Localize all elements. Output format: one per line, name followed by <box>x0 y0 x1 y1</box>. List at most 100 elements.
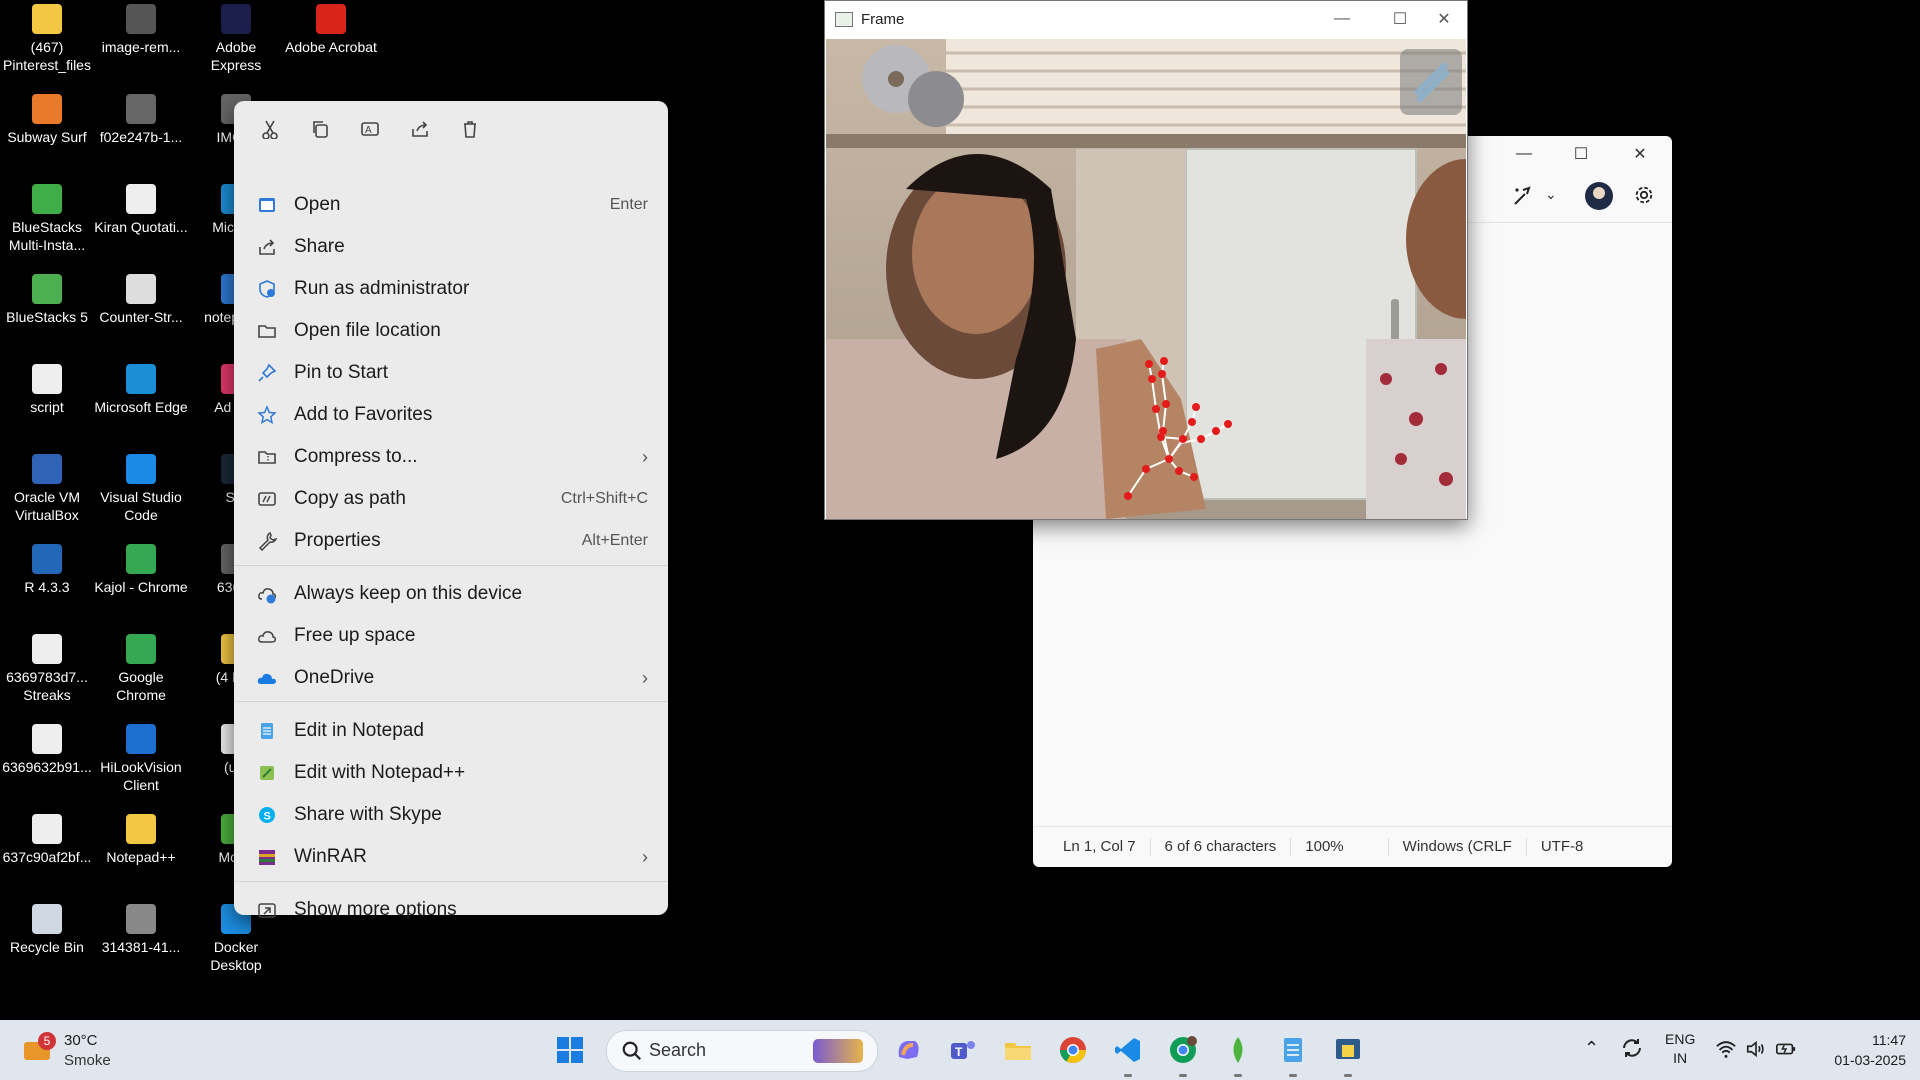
desktop-icon[interactable]: 637c90af2bf... <box>0 814 94 866</box>
language-region: IN <box>1673 1050 1688 1066</box>
zoom-level[interactable]: 100% <box>1291 838 1389 856</box>
menu-item-share[interactable]: Share <box>240 227 662 267</box>
language-code: ENG <box>1665 1031 1696 1047</box>
desktop-icon[interactable]: Adobe Express <box>189 4 283 74</box>
battery-icon[interactable] <box>1775 1038 1799 1060</box>
minimize-icon[interactable]: — <box>1501 140 1547 168</box>
maximize-icon[interactable]: ☐ <box>1377 3 1423 35</box>
desktop-icon[interactable]: R 4.3.3 <box>0 544 94 596</box>
menu-item-free-up-space[interactable]: Free up space <box>240 616 662 656</box>
menu-item-label: Copy as path <box>294 488 406 509</box>
desktop-icon[interactable]: Google Chrome <box>94 634 188 704</box>
vscode-icon[interactable] <box>1110 1032 1146 1068</box>
teams-icon[interactable]: T <box>945 1032 981 1068</box>
copilot-icon[interactable] <box>890 1032 926 1068</box>
menu-item-label: Open file location <box>294 320 441 341</box>
desktop-icon-label: f02e247b-1... <box>99 129 183 145</box>
encoding[interactable]: UTF-8 <box>1527 838 1598 856</box>
more-options-icon <box>256 899 278 921</box>
menu-item-open[interactable]: Open Enter <box>240 185 662 225</box>
desktop-icon[interactable]: 314381-41... <box>94 904 188 956</box>
desktop-icon[interactable]: image-rem... <box>94 4 188 56</box>
file-explorer-icon[interactable] <box>1000 1032 1036 1068</box>
running-indicator <box>1344 1074 1352 1077</box>
menu-item-shortcut: Enter <box>609 196 648 213</box>
notepad-icon[interactable] <box>1275 1032 1311 1068</box>
desktop-icon[interactable]: BlueStacks 5 <box>0 274 94 326</box>
language-indicator[interactable]: ENG IN <box>1665 1030 1695 1068</box>
chevron-right-icon: › <box>642 846 648 867</box>
delete-icon[interactable] <box>452 111 488 147</box>
maximize-icon[interactable]: ☐ <box>1558 140 1604 168</box>
copy-icon[interactable] <box>302 111 338 147</box>
gear-icon[interactable] <box>1633 184 1657 208</box>
desktop-icon[interactable]: script <box>0 364 94 416</box>
volume-icon[interactable] <box>1745 1038 1769 1060</box>
sync-icon[interactable] <box>1620 1036 1646 1062</box>
copilot-rewrite-icon[interactable] <box>1511 184 1537 210</box>
start-button[interactable] <box>552 1032 588 1068</box>
chevron-down-icon[interactable]: ⌄ <box>1545 186 1557 203</box>
desktop-icon[interactable]: BlueStacks Multi-Insta... <box>0 184 94 254</box>
desktop-icon[interactable]: Visual Studio Code <box>94 454 188 524</box>
desktop-icon[interactable]: Adobe Acrobat <box>284 4 378 56</box>
desktop-icon[interactable]: Counter-Str... <box>94 274 188 326</box>
menu-item-properties[interactable]: Properties Alt+Enter <box>240 521 662 561</box>
close-icon[interactable]: ✕ <box>1421 3 1467 35</box>
rename-icon[interactable]: A <box>352 111 388 147</box>
menu-item-always-keep-on-this-device[interactable]: Always keep on this device <box>240 574 662 614</box>
menu-item-label: Add to Favorites <box>294 404 433 425</box>
mongodb-icon[interactable] <box>1220 1032 1256 1068</box>
desktop-icon[interactable]: (467) Pinterest_files <box>0 4 94 74</box>
desktop-icon-label: HiLookVision Client <box>100 759 182 793</box>
cut-icon[interactable] <box>252 111 288 147</box>
chrome-profile-icon[interactable] <box>1165 1032 1201 1068</box>
python-icon[interactable] <box>1330 1032 1366 1068</box>
menu-item-run-as-administrator[interactable]: Run as administrator <box>240 269 662 309</box>
menu-item-add-to-favorites[interactable]: Add to Favorites <box>240 395 662 435</box>
desktop-icon[interactable]: Microsoft Edge <box>94 364 188 416</box>
taskbar: 5 30°C Smoke Search T ⌃ ENG IN 11:47 01-… <box>0 1020 1920 1080</box>
menu-item-pin-to-start[interactable]: Pin to Start <box>240 353 662 393</box>
menu-item-copy-as-path[interactable]: Copy as path Ctrl+Shift+C <box>240 479 662 519</box>
menu-item-onedrive[interactable]: OneDrive › <box>240 658 662 698</box>
chevron-up-icon[interactable]: ⌃ <box>1584 1038 1599 1059</box>
desktop-icon[interactable]: f02e247b-1... <box>94 94 188 146</box>
menu-item-compress-to[interactable]: Compress to... › <box>240 437 662 477</box>
avatar[interactable] <box>1585 182 1613 210</box>
menu-item-show-more-options[interactable]: Show more options <box>240 890 662 930</box>
menu-item-winrar[interactable]: WinRAR › <box>240 837 662 877</box>
frame-window[interactable]: Frame — ☐ ✕ <box>824 0 1468 520</box>
taskbar-search[interactable]: Search <box>606 1030 878 1072</box>
desktop-icon[interactable]: HiLookVision Client <box>94 724 188 794</box>
desktop-icon[interactable]: Kiran Quotati... <box>94 184 188 236</box>
close-icon[interactable]: ✕ <box>1617 140 1663 168</box>
zip-folder-icon <box>256 446 278 468</box>
line-ending[interactable]: Windows (CRLF <box>1389 838 1527 856</box>
desktop-icon-label: Oracle VM VirtualBox <box>13 489 81 523</box>
search-icon <box>621 1040 643 1062</box>
menu-item-open-file-location[interactable]: Open file location <box>240 311 662 351</box>
character-count: 6 of 6 characters <box>1151 838 1292 856</box>
vscode-icon <box>126 454 156 484</box>
clock[interactable]: 11:47 01-03-2025 <box>1810 1030 1906 1070</box>
desktop-icon[interactable]: 6369783d7... Streaks <box>0 634 94 704</box>
desktop-icon[interactable]: 6369632b91... <box>0 724 94 776</box>
desktop-icon[interactable]: Notepad++ <box>94 814 188 866</box>
share-icon[interactable] <box>402 111 438 147</box>
menu-item-edit-with-notepad[interactable]: Edit with Notepad++ <box>240 753 662 793</box>
menu-item-edit-in-notepad[interactable]: Edit in Notepad <box>240 711 662 751</box>
menu-item-label: Always keep on this device <box>294 583 523 604</box>
wifi-icon[interactable] <box>1715 1038 1739 1060</box>
frame-titlebar[interactable]: Frame — ☐ ✕ <box>825 1 1467 38</box>
weather-widget[interactable]: 5 30°C Smoke <box>20 1030 160 1072</box>
desktop-icon[interactable]: Kajol - Chrome <box>94 544 188 596</box>
minimize-icon[interactable]: — <box>1319 3 1365 35</box>
chrome-icon[interactable] <box>1055 1032 1091 1068</box>
desktop-icon[interactable]: Recycle Bin <box>0 904 94 956</box>
running-indicator <box>1179 1074 1187 1077</box>
desktop-icon[interactable]: Subway Surf <box>0 94 94 146</box>
menu-item-share-with-skype[interactable]: S Share with Skype <box>240 795 662 835</box>
desktop-icon[interactable]: Oracle VM VirtualBox <box>0 454 94 524</box>
image-file-icon <box>32 724 62 754</box>
